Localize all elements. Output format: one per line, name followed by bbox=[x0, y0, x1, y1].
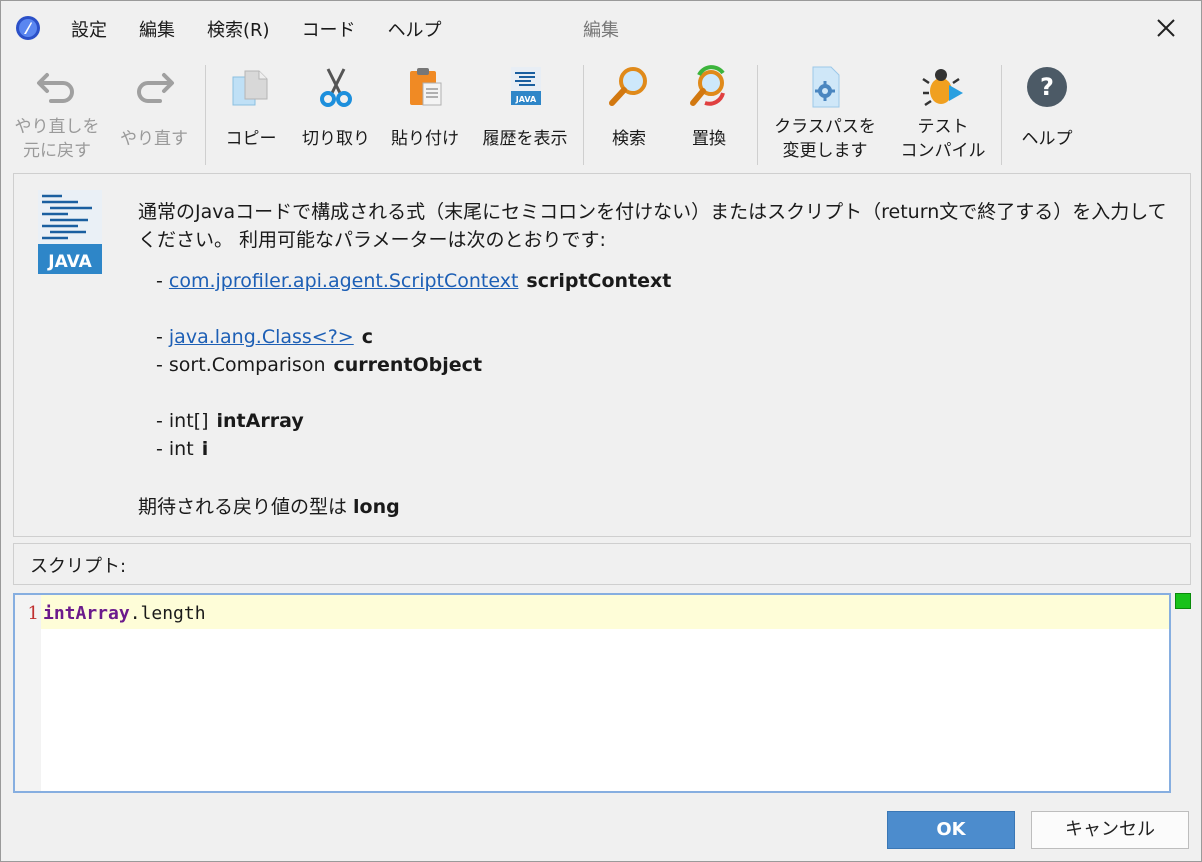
info-panel: JAVA 通常のJavaコードで構成される式（末尾にセミコロンを付けない）または… bbox=[13, 173, 1191, 537]
param-type: sort.Comparison bbox=[168, 354, 326, 376]
ok-button[interactable]: OK bbox=[887, 811, 1015, 849]
line-number: 1 bbox=[27, 603, 39, 624]
param-name: currentObject bbox=[333, 354, 483, 376]
close-icon[interactable] bbox=[1149, 11, 1183, 45]
param-type-link[interactable]: com.jprofiler.api.agent.ScriptContext bbox=[169, 270, 519, 292]
test-compile-label-2: コンパイル bbox=[900, 141, 986, 161]
change-classpath-button[interactable]: クラスパスを 変更します bbox=[765, 57, 885, 167]
param-name: i bbox=[201, 438, 209, 460]
return-type-text: 期待される戻り値の型は long bbox=[138, 496, 400, 518]
menu-settings[interactable]: 設定 bbox=[71, 16, 107, 42]
redo-icon bbox=[137, 73, 174, 103]
toolbar-separator bbox=[757, 65, 758, 165]
history-label: 履歴を表示 bbox=[482, 129, 568, 149]
classpath-label-1: クラスパスを bbox=[774, 117, 876, 137]
undo-label-1: やり直しを bbox=[14, 117, 100, 137]
script-label: スクリプト: bbox=[30, 556, 127, 577]
param-item: - sort.Comparison currentObject bbox=[156, 354, 483, 376]
menu-bar: 設定 編集 検索(R) コード ヘルプ bbox=[71, 16, 474, 42]
test-compile-button[interactable]: テスト コンパイル bbox=[889, 57, 997, 167]
classpath-gear-icon bbox=[812, 66, 840, 108]
param-item: - int[] intArray bbox=[156, 410, 304, 432]
cancel-button[interactable]: キャンセル bbox=[1031, 811, 1189, 849]
param-name: scriptContext bbox=[526, 270, 672, 292]
edit-dialog: 設定 編集 検索(R) コード ヘルプ 編集 やり直しを 元に戻す やり直す コ… bbox=[0, 0, 1202, 862]
param-type: int bbox=[168, 438, 194, 460]
scissors-icon bbox=[320, 68, 352, 107]
svg-text:?: ? bbox=[1040, 73, 1054, 101]
copy-button[interactable]: コピー bbox=[213, 57, 289, 167]
undo-label-2: 元に戻す bbox=[23, 141, 91, 161]
toolbar-separator bbox=[1001, 65, 1002, 165]
redo-label: やり直す bbox=[120, 129, 188, 149]
replace-button[interactable]: 置換 bbox=[671, 57, 747, 167]
show-history-button[interactable]: JAVA 履歴を表示 bbox=[473, 57, 577, 167]
undo-icon bbox=[37, 73, 74, 103]
cut-button[interactable]: 切り取り bbox=[293, 57, 379, 167]
bug-icon bbox=[922, 69, 963, 107]
app-icon bbox=[16, 16, 40, 40]
code-line[interactable]: intArray.length bbox=[43, 603, 206, 624]
cut-label: 切り取り bbox=[302, 129, 370, 149]
param-item: - int i bbox=[156, 438, 209, 460]
current-line-highlight bbox=[41, 595, 1169, 629]
clipboard-icon bbox=[410, 68, 442, 106]
redo-button[interactable]: やり直す bbox=[109, 57, 199, 167]
window-title: 編集 bbox=[583, 20, 619, 41]
find-button[interactable]: 検索 bbox=[591, 57, 667, 167]
magnifier-icon bbox=[609, 67, 647, 106]
copy-label: コピー bbox=[225, 129, 277, 149]
copy-icon bbox=[232, 70, 268, 106]
code-identifier: intArray bbox=[43, 603, 130, 624]
replace-icon bbox=[690, 65, 725, 106]
toolbar-separator bbox=[583, 65, 584, 165]
find-label: 検索 bbox=[612, 129, 646, 149]
compile-status-indicator bbox=[1175, 593, 1191, 609]
code-member: .length bbox=[129, 603, 206, 624]
description-text: 通常のJavaコードで構成される式（末尾にセミコロンを付けない）またはスクリプト… bbox=[138, 201, 1167, 251]
help-button[interactable]: ? ヘルプ bbox=[1009, 57, 1085, 167]
help-label: ヘルプ bbox=[1021, 129, 1073, 149]
menu-code[interactable]: コード bbox=[302, 16, 356, 42]
java-logo-icon: JAVA bbox=[38, 190, 102, 274]
undo-button[interactable]: やり直しを 元に戻す bbox=[7, 57, 107, 167]
param-item: - com.jprofiler.api.agent.ScriptContext s… bbox=[156, 270, 672, 292]
code-editor[interactable]: 1 intArray.length bbox=[13, 593, 1171, 793]
param-name: intArray bbox=[216, 410, 304, 432]
java-history-icon: JAVA bbox=[511, 67, 541, 105]
replace-label: 置換 bbox=[692, 129, 726, 149]
menu-edit[interactable]: 編集 bbox=[139, 16, 175, 42]
paste-label: 貼り付け bbox=[391, 129, 459, 149]
test-compile-label-1: テスト bbox=[917, 117, 969, 137]
param-type: int[] bbox=[168, 410, 209, 432]
line-number-gutter: 1 bbox=[15, 595, 41, 791]
classpath-label-2: 変更します bbox=[782, 141, 868, 161]
script-header: スクリプト: bbox=[13, 543, 1191, 585]
return-type: long bbox=[353, 496, 400, 518]
svg-text:JAVA: JAVA bbox=[515, 95, 537, 104]
toolbar-separator bbox=[205, 65, 206, 165]
toolbar: やり直しを 元に戻す やり直す コピー 切り取り 貼り付け JAVA 履歴を表示… bbox=[1, 57, 1201, 169]
param-type-link[interactable]: java.lang.Class<?> bbox=[169, 326, 354, 348]
param-name: c bbox=[361, 326, 373, 348]
paste-button[interactable]: 貼り付け bbox=[383, 57, 467, 167]
param-item: - java.lang.Class<?> c bbox=[156, 326, 373, 348]
menu-help[interactable]: ヘルプ bbox=[388, 16, 442, 42]
svg-text:JAVA: JAVA bbox=[47, 252, 92, 272]
menu-search[interactable]: 検索(R) bbox=[207, 16, 270, 42]
help-icon: ? bbox=[1027, 67, 1067, 107]
title-bar: 設定 編集 検索(R) コード ヘルプ 編集 bbox=[1, 1, 1201, 55]
